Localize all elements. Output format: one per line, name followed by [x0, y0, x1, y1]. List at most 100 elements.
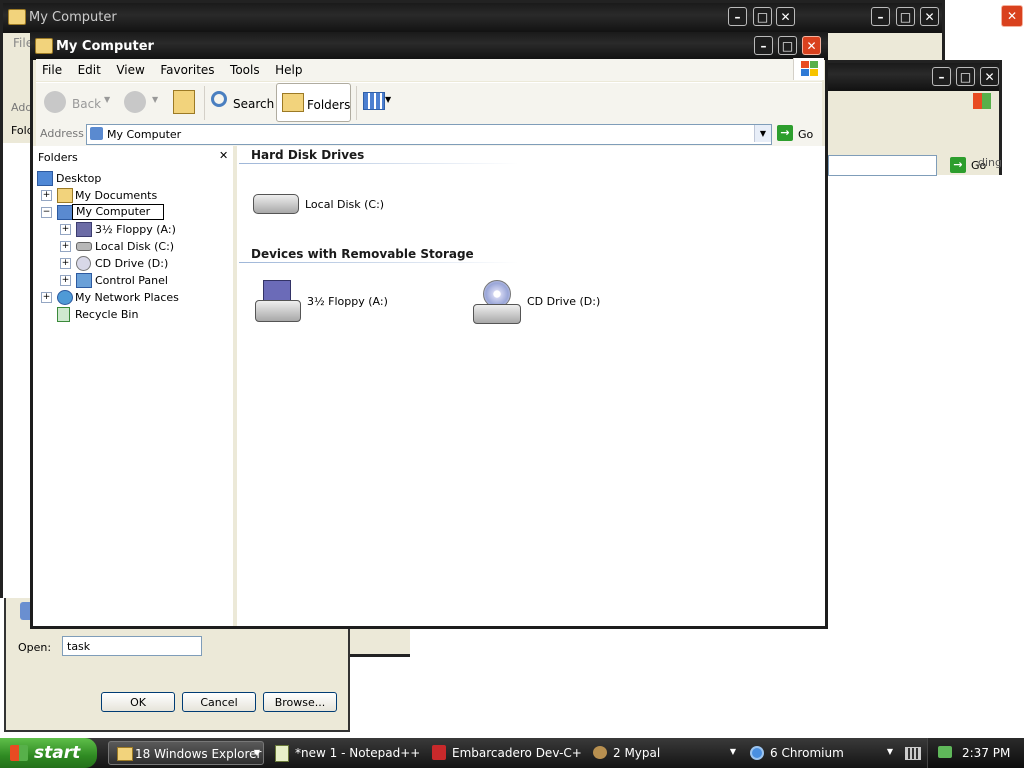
tree-label: Desktop [56, 172, 102, 185]
start-button[interactable]: start [0, 738, 97, 768]
views-button[interactable]: ▼ [356, 86, 395, 120]
recycle-bin-icon [57, 307, 70, 322]
computer-icon [57, 205, 73, 220]
go-label[interactable]: Go [798, 128, 813, 141]
taskbar-item-devcpp[interactable]: Embarcadero Dev-C++ [426, 741, 582, 765]
back-arrow-icon [44, 91, 66, 113]
folder-icon [57, 188, 73, 203]
tree-rename-field[interactable]: My Computer [72, 204, 165, 220]
search-button[interactable]: Search [204, 86, 274, 120]
devcpp-icon [432, 745, 446, 760]
chevron-down-icon: ▼ [253, 748, 260, 757]
close-icon[interactable]: ✕ [219, 149, 228, 162]
main-window: My Computer – □ ✕ File Edit View Favorit… [30, 32, 828, 629]
taskbar-item-chromium[interactable]: 6 Chromium ▼ [744, 741, 896, 765]
maximize-button[interactable]: □ [896, 7, 915, 26]
back-window-title: My Computer [29, 10, 117, 25]
standard-toolbar: Back ▼ ▼ Search Folders ▼ [36, 82, 822, 124]
folders-pane: Folders ✕ Desktop + My Documents − My Co… [33, 146, 237, 626]
browse-button[interactable]: Browse... [263, 692, 337, 712]
close-button[interactable]: ✕ [802, 36, 821, 55]
expand-icon[interactable]: + [60, 241, 71, 252]
clock[interactable]: 2:37 PM [962, 746, 1010, 760]
minimize-button[interactable]: – [728, 7, 747, 26]
minimize-button[interactable]: – [871, 7, 890, 26]
menu-help[interactable]: Help [269, 59, 308, 81]
address-field[interactable]: My Computer ▼ [86, 124, 772, 145]
taskbar-item-mypal[interactable]: 2 Mypal ▼ [587, 741, 739, 765]
keyboard-icon[interactable] [905, 747, 921, 760]
computer-icon [90, 127, 103, 140]
expand-icon[interactable]: + [60, 224, 71, 235]
notepad-icon [275, 745, 289, 762]
floppy-icon [255, 280, 301, 324]
maximize-button[interactable]: □ [956, 67, 975, 86]
drive-floppy[interactable]: 3½ Floppy (A:) [251, 278, 431, 326]
back-label: Back [72, 97, 102, 111]
network-tray-icon[interactable] [938, 746, 952, 758]
address-bar: Address My Computer ▼ → Go [36, 122, 822, 147]
cancel-button[interactable]: Cancel [182, 692, 256, 712]
windows-logo-icon [793, 58, 824, 80]
tree-label: Local Disk (C:) [95, 240, 175, 253]
menu-tools[interactable]: Tools [224, 59, 266, 81]
taskbar-item-explorer[interactable]: 18 Windows Explorer ▼ [108, 741, 264, 765]
forward-arrow-icon [124, 91, 146, 113]
address-dropdown[interactable]: ▼ [754, 125, 771, 142]
menu-file[interactable]: File [36, 59, 68, 81]
folder-icon [117, 747, 133, 761]
start-label: start [34, 743, 81, 763]
menu-favorites[interactable]: Favorites [154, 59, 220, 81]
close-button[interactable]: ✕ [920, 7, 939, 26]
task-label: *new 1 - Notepad++ [295, 746, 419, 760]
ok-button[interactable]: OK [101, 692, 175, 712]
folders-pane-title: Folders [38, 151, 78, 164]
up-folder-icon [173, 90, 195, 114]
close-button[interactable]: ✕ [776, 7, 795, 26]
expand-icon[interactable]: + [60, 258, 71, 269]
section-divider [239, 163, 519, 164]
expand-icon[interactable]: + [41, 190, 52, 201]
maximize-button[interactable]: □ [753, 7, 772, 26]
control-panel-icon [76, 273, 92, 288]
edge-window-close-button[interactable]: ✕ [1001, 5, 1023, 27]
expand-icon[interactable]: + [60, 275, 71, 286]
drive-local-disk[interactable]: Local Disk (C:) [251, 186, 401, 220]
address-label: Address [40, 127, 84, 140]
go-arrow-icon[interactable]: → [777, 125, 793, 141]
folder-icon [35, 38, 53, 54]
back-content-area [3, 143, 33, 598]
forward-button[interactable]: ▼ [120, 86, 162, 120]
chevron-down-icon: ▼ [729, 747, 736, 756]
menu-edit[interactable]: Edit [72, 59, 107, 81]
folders-label: Folders [307, 98, 351, 112]
folder-icon [8, 9, 26, 25]
section-divider [239, 262, 519, 263]
task-label: 2 Mypal [613, 746, 661, 760]
up-folder-button[interactable] [170, 86, 198, 120]
maximize-button[interactable]: □ [778, 36, 797, 55]
expand-icon[interactable]: + [41, 292, 52, 303]
back-window-titlebar[interactable]: My Computer – □ ✕ – □ ✕ [3, 3, 942, 33]
folders-button[interactable]: Folders [276, 83, 351, 122]
main-window-titlebar[interactable]: My Computer – □ ✕ [30, 32, 828, 60]
go-arrow-icon[interactable]: → [950, 157, 966, 173]
drive-cd[interactable]: CD Drive (D:) [471, 278, 651, 326]
taskbar-item-notepadpp[interactable]: *new 1 - Notepad++ [269, 741, 419, 765]
chevron-down-icon: ▼ [886, 747, 893, 756]
windows-logo-icon [973, 93, 991, 109]
chromium-icon [750, 746, 764, 760]
views-icon [363, 92, 385, 110]
menu-view[interactable]: View [110, 59, 150, 81]
network-icon [57, 290, 73, 305]
task-label: Embarcadero Dev-C++ [452, 746, 582, 760]
minimize-button[interactable]: – [932, 67, 951, 86]
open-field[interactable]: task [62, 636, 202, 656]
back-button[interactable]: Back ▼ [42, 86, 112, 120]
search-icon [211, 91, 227, 107]
drive-label: CD Drive (D:) [527, 295, 601, 308]
close-button[interactable]: ✕ [980, 67, 999, 86]
minimize-button[interactable]: – [754, 36, 773, 55]
collapse-icon[interactable]: − [41, 207, 52, 218]
right-address-box[interactable] [828, 155, 937, 176]
